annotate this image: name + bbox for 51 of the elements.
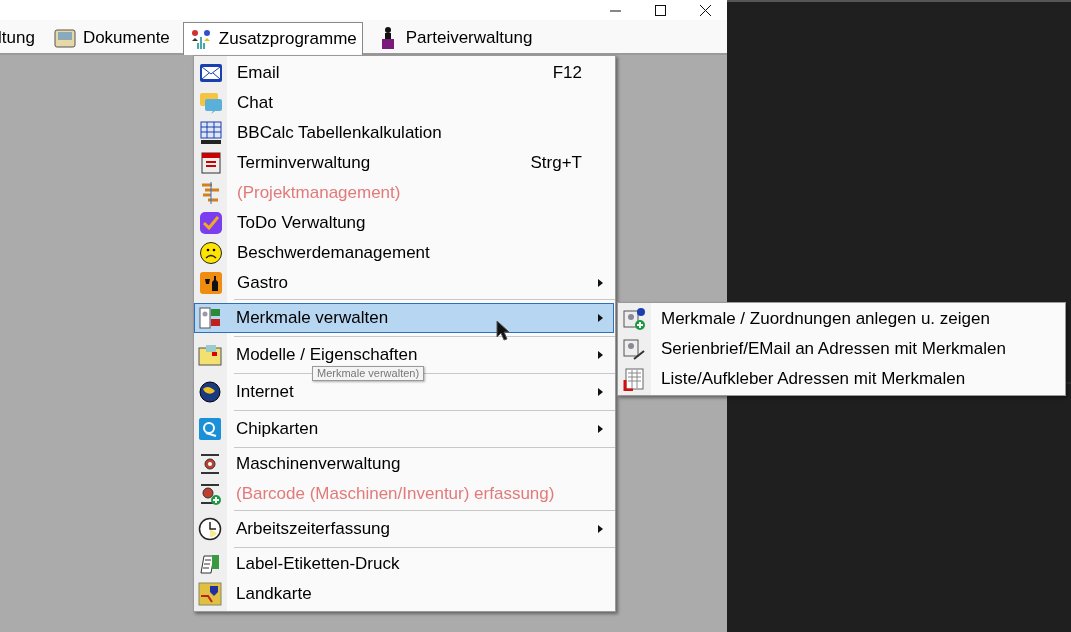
menu-item[interactable]: Gastro: [237, 270, 289, 296]
menu-item[interactable]: Beschwerdemanagement: [237, 240, 430, 266]
menu-item[interactable]: BBCalc Tabellenkalkulation: [237, 120, 442, 146]
maximize-icon[interactable]: [655, 4, 666, 16]
spreadsheet-icon: [199, 121, 223, 145]
close-icon[interactable]: [700, 4, 711, 16]
clock-icon: [198, 517, 222, 541]
submenu-arrow-icon: [598, 388, 603, 396]
envelope-icon: [199, 61, 223, 85]
menu-item[interactable]: Maschinenverwaltung: [236, 451, 401, 477]
checkmark-tile-icon: [199, 211, 223, 235]
menu-bar-item[interactable]: Zusatzprogramme: [182, 22, 363, 55]
chat-bubble-icon: [199, 91, 223, 115]
calendar-icon: [199, 151, 223, 175]
list-document-icon: [622, 367, 646, 391]
menu-bar-item[interactable]: Dokumente: [47, 22, 175, 53]
machine-add-icon: [198, 482, 222, 506]
submenu-arrow-icon: [598, 425, 603, 433]
bottles-icon: [199, 271, 223, 295]
tags-icon: [198, 306, 222, 330]
menu-item[interactable]: Internet: [236, 379, 294, 405]
sad-face-icon: [199, 241, 223, 265]
submenu-item[interactable]: Serienbrief/EMail an Adressen mit Merkmalen: [618, 334, 1065, 364]
submenu-arrow-icon: [598, 314, 603, 322]
submenu-arrow-icon: [598, 279, 603, 287]
menu-item[interactable]: Landkarte: [236, 581, 312, 607]
menu-item[interactable]: ToDo Verwaltung: [237, 210, 366, 236]
menu-item[interactable]: Chat: [237, 90, 273, 116]
menu-bar-item[interactable]: Parteiverwaltung: [370, 22, 538, 53]
menu-item[interactable]: Email: [237, 60, 280, 86]
submenu-arrow-icon: [598, 351, 603, 359]
folder-icon: [198, 343, 222, 367]
card-icon: [198, 417, 222, 441]
map-icon: [198, 582, 222, 606]
globe-icon: [198, 380, 222, 404]
person-card-pen-icon: [622, 337, 646, 361]
label-roll-icon: [198, 552, 222, 576]
person-card-add-icon: [622, 307, 646, 331]
tooltip: Merkmale verwalten): [312, 366, 425, 381]
submenu-item[interactable]: Merkmale / Zuordnungen anlegen u. zeigen: [618, 304, 1065, 334]
machine-icon: [198, 452, 222, 476]
menu-item[interactable]: Arbeitszeiterfassung: [236, 516, 391, 542]
menu-item[interactable]: Label-Etiketten-Druck: [236, 551, 400, 577]
menu-item[interactable]: Chipkarten: [236, 416, 319, 442]
menu-item[interactable]: Merkmale verwalten: [236, 305, 389, 331]
submenu-arrow-icon: [598, 525, 603, 533]
mouse-cursor-icon: [496, 320, 510, 341]
menu-item[interactable]: Modelle / Eigenschaften: [236, 342, 418, 368]
submenu-item[interactable]: Liste/Aufkleber Adressen mit Merkmalen: [618, 364, 1065, 394]
menu-bar-item[interactable]: ltung: [0, 22, 40, 53]
menu-item[interactable]: Terminverwaltung: [237, 150, 371, 176]
